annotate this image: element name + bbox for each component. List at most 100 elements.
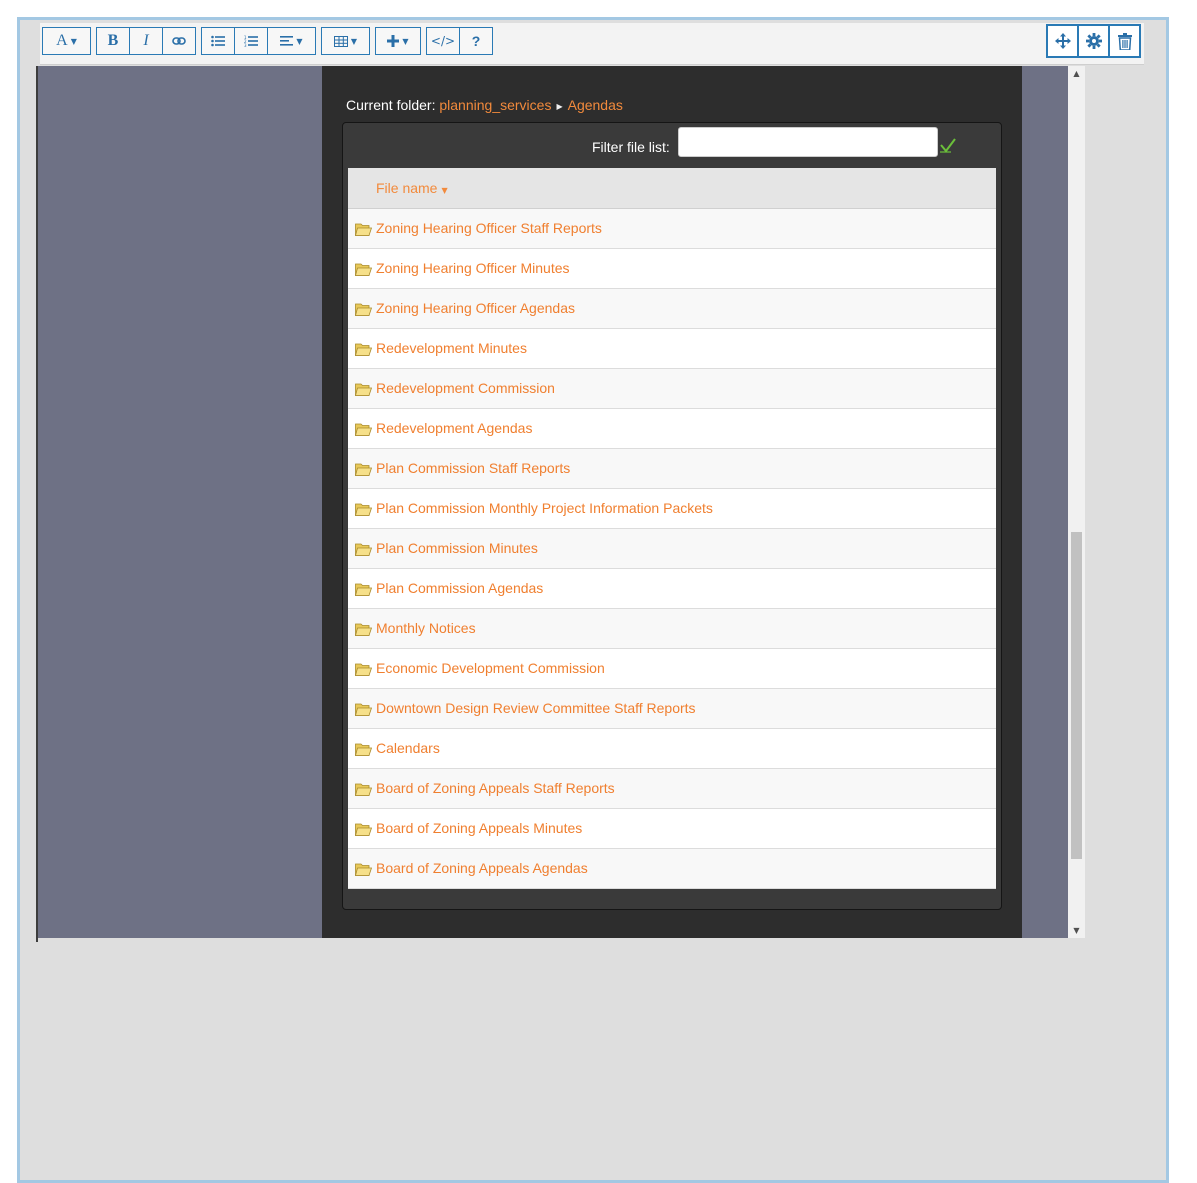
file-row[interactable]: Zoning Hearing Officer Staff Reports [348, 209, 996, 249]
file-row[interactable]: Board of Zoning Appeals Minutes [348, 809, 996, 849]
breadcrumb-separator-icon: ▶ [556, 102, 563, 111]
file-name-link[interactable]: Board of Zoning Appeals Staff Reports [376, 780, 615, 796]
toolbar-group-font: A ▼ [42, 27, 91, 57]
help-button[interactable]: ? [459, 27, 493, 55]
align-button[interactable]: ▼ [267, 27, 316, 55]
current-folder: Current folder: planning_services ▶ Agenda… [346, 97, 623, 113]
toolbar-group-lists: 123 ▼ [201, 27, 316, 57]
file-browser-panel: Current folder: planning_services ▶ Agenda… [322, 66, 1022, 938]
file-name-link[interactable]: Downtown Design Review Committee Staff R… [376, 700, 696, 716]
file-row[interactable]: Redevelopment Agendas [348, 409, 996, 449]
editor-left-border [36, 66, 38, 942]
folder-icon [355, 583, 372, 596]
file-name-link[interactable]: Zoning Hearing Officer Staff Reports [376, 220, 602, 236]
toolbar-right-actions [1046, 24, 1141, 58]
scrollbar-thumb[interactable] [1071, 532, 1082, 859]
file-name-link[interactable]: Board of Zoning Appeals Agendas [376, 860, 588, 876]
italic-icon: I [143, 32, 149, 49]
breadcrumb-agendas[interactable]: Agendas [568, 97, 623, 113]
file-row[interactable]: Redevelopment Commission [348, 369, 996, 409]
file-name-link[interactable]: Redevelopment Commission [376, 380, 555, 396]
folder-icon [355, 503, 372, 516]
file-name-link[interactable]: Zoning Hearing Officer Agendas [376, 300, 575, 316]
bold-button[interactable]: B [96, 27, 130, 55]
editor-toolbar: A ▼ B I 123 ▼ ▼ ▼ </> ? [40, 23, 1144, 65]
settings-button[interactable] [1077, 24, 1110, 58]
editor-frame: A ▼ B I 123 ▼ ▼ ▼ </> ? Current folder: … [17, 17, 1169, 1183]
file-name-link[interactable]: Plan Commission Agendas [376, 580, 543, 596]
file-name-link[interactable]: Redevelopment Agendas [376, 420, 532, 436]
editor-content-area: Current folder: planning_services ▶ Agenda… [36, 66, 1068, 938]
filter-label: Filter file list: [592, 139, 670, 155]
scroll-down-icon[interactable]: ▼ [1068, 926, 1085, 935]
file-row[interactable]: Downtown Design Review Committee Staff R… [348, 689, 996, 729]
file-row[interactable]: Board of Zoning Appeals Agendas [348, 849, 996, 889]
folder-icon [355, 863, 372, 876]
font-style-button[interactable]: A ▼ [42, 27, 91, 55]
file-table-header: File name ▼ [348, 168, 996, 209]
help-icon: ? [471, 33, 481, 49]
source-code-button[interactable]: </> [426, 27, 460, 55]
folder-icon [355, 423, 372, 436]
file-name-link[interactable]: Economic Development Commission [376, 660, 605, 676]
folder-icon [355, 823, 372, 836]
vertical-scrollbar[interactable]: ▲ ▼ [1068, 66, 1085, 938]
table-button[interactable]: ▼ [321, 27, 370, 55]
folder-icon [355, 383, 372, 396]
file-name-link[interactable]: Calendars [376, 740, 440, 756]
file-name-header-label: File name [376, 180, 438, 196]
folder-icon [355, 743, 372, 756]
trash-icon [1117, 32, 1132, 50]
file-list-container: Filter file list: File name ▼ Zoning Hear… [342, 122, 1002, 910]
link-button[interactable] [162, 27, 196, 55]
breadcrumb-planning-services[interactable]: planning_services [439, 97, 551, 113]
toolbar-group-insert: ▼ [375, 27, 421, 57]
insert-button[interactable]: ▼ [375, 27, 421, 55]
folder-icon [355, 543, 372, 556]
file-row[interactable]: Plan Commission Monthly Project Informat… [348, 489, 996, 529]
folder-icon [355, 263, 372, 276]
file-table: File name ▼ Zoning Hearing Officer Staff … [348, 168, 996, 889]
file-name-link[interactable]: Board of Zoning Appeals Minutes [376, 820, 582, 836]
italic-button[interactable]: I [129, 27, 163, 55]
check-icon[interactable] [939, 136, 957, 154]
file-name-link[interactable]: Plan Commission Minutes [376, 540, 538, 556]
file-name-link[interactable]: Redevelopment Minutes [376, 340, 527, 356]
chevron-down-icon: ▼ [296, 36, 303, 46]
file-row[interactable]: Plan Commission Agendas [348, 569, 996, 609]
file-row[interactable]: Zoning Hearing Officer Agendas [348, 289, 996, 329]
file-row[interactable]: Redevelopment Minutes [348, 329, 996, 369]
file-row[interactable]: Monthly Notices [348, 609, 996, 649]
scroll-up-icon[interactable]: ▲ [1068, 69, 1085, 78]
file-row[interactable]: Zoning Hearing Officer Minutes [348, 249, 996, 289]
file-row[interactable]: Plan Commission Minutes [348, 529, 996, 569]
bullet-list-button[interactable] [201, 27, 235, 55]
svg-text:3: 3 [244, 43, 247, 47]
link-icon [172, 37, 186, 45]
numbered-list-button[interactable]: 123 [234, 27, 268, 55]
folder-icon [355, 623, 372, 636]
align-icon [280, 36, 294, 46]
toolbar-group-table: ▼ [321, 27, 370, 57]
move-icon [1054, 33, 1071, 49]
file-row[interactable]: Board of Zoning Appeals Staff Reports [348, 769, 996, 809]
folder-icon [355, 703, 372, 716]
filter-input[interactable] [678, 127, 938, 157]
code-icon: </> [430, 34, 456, 48]
file-row[interactable]: Calendars [348, 729, 996, 769]
file-name-link[interactable]: Plan Commission Staff Reports [376, 460, 570, 476]
current-folder-label: Current folder: [346, 97, 436, 113]
bullet-list-icon [211, 35, 225, 47]
numbered-list-icon: 123 [244, 35, 258, 47]
file-rows: Zoning Hearing Officer Staff Reports Zoni… [348, 209, 996, 889]
file-name-link[interactable]: Zoning Hearing Officer Minutes [376, 260, 570, 276]
file-row[interactable]: Plan Commission Staff Reports [348, 449, 996, 489]
file-name-link[interactable]: Plan Commission Monthly Project Informat… [376, 500, 713, 516]
folder-icon [355, 463, 372, 476]
file-name-sort-header[interactable]: File name ▼ [376, 180, 448, 196]
delete-button[interactable] [1108, 24, 1141, 58]
file-name-link[interactable]: Monthly Notices [376, 620, 476, 636]
move-button[interactable] [1046, 24, 1079, 58]
file-row[interactable]: Economic Development Commission [348, 649, 996, 689]
bold-icon: B [107, 32, 119, 49]
